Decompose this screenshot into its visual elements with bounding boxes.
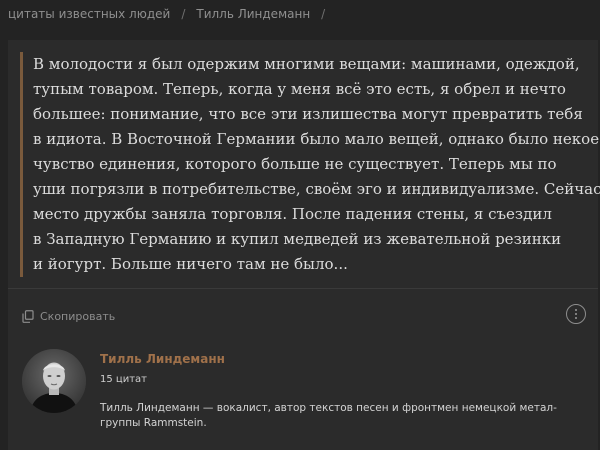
author-bio-line: Тилль Линдеманн — вокалист, автор тексто… [100, 402, 557, 414]
breadcrumb-separator: / [321, 7, 326, 21]
copy-label: Скопировать [40, 309, 116, 323]
breadcrumb: цитаты известных людей / Тилль Линдеманн… [0, 0, 600, 28]
avatar-photo [22, 349, 86, 413]
more-options-icon [574, 308, 578, 312]
author-avatar[interactable] [22, 349, 86, 413]
quote-line: В молодости я был одержим многими вещами… [33, 55, 580, 73]
quote-line: и йогурт. Больше ничего там не было... [33, 255, 348, 273]
quote-line: место дружбы заняла торговля. После паде… [33, 205, 552, 223]
quote-line: в Западную Германию и купил медведей из … [33, 230, 562, 248]
quote-line: тупым товаром. Теперь, когда у меня всё … [33, 80, 566, 98]
quote-card: В молодости я был одержим многими вещами… [8, 40, 600, 450]
breadcrumb-separator: / [181, 7, 186, 21]
author-name-link[interactable]: Тилль Линдеманн [100, 352, 225, 366]
quote-line: большее: понимание, что все эти излишест… [33, 105, 583, 123]
author-bio-line: группы Rammstein. [100, 417, 207, 429]
quote-line: уши погрязли в потребительстве, своём эг… [33, 180, 600, 198]
author-quote-count: 15 цитат [100, 374, 147, 385]
quote-text: В молодости я был одержим многими вещами… [20, 52, 600, 277]
author-bio: Тилль Линдеманн — вокалист, автор тексто… [100, 401, 580, 431]
copy-button[interactable]: Скопировать [22, 306, 115, 326]
copy-icon [22, 309, 34, 323]
divider [8, 288, 598, 289]
breadcrumb-item-quotes[interactable]: цитаты известных людей [8, 7, 170, 21]
breadcrumb-item-author[interactable]: Тилль Линдеманн [196, 7, 310, 21]
quote-line: в идиота. В Восточной Германии было мало… [33, 130, 600, 148]
quote-line: чувство единения, которого больше не сущ… [33, 155, 557, 173]
more-options-button[interactable] [566, 304, 586, 324]
page: цитаты известных людей / Тилль Линдеманн… [0, 0, 600, 450]
